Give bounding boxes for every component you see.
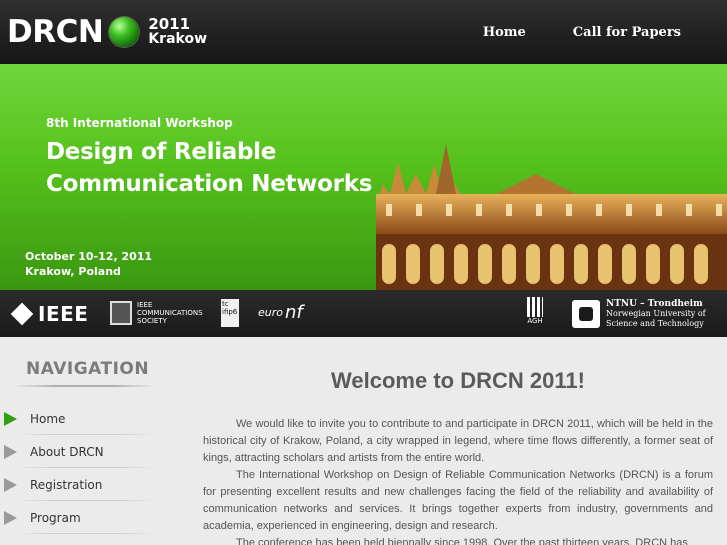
comsoc-icon xyxy=(110,301,132,325)
welcome-paragraph-2: The International Workshop on Design of … xyxy=(203,469,713,532)
play-arrow-icon xyxy=(4,411,17,426)
comsoc-line-3: SOCIETY xyxy=(137,317,167,325)
logo-text: DRCN xyxy=(7,14,104,50)
banner-date-location: October 10-12, 2011 Krakow, Poland xyxy=(25,249,152,279)
sidebar-item-about-drcn[interactable]: About DRCN xyxy=(0,435,160,468)
sidebar-item-label: About DRCN xyxy=(30,444,104,459)
banner-location: Krakow, Poland xyxy=(25,265,121,278)
ieee-logo[interactable]: IEEE xyxy=(10,302,89,326)
hero-banner: 8th International Workshop Design of Rel… xyxy=(0,64,727,290)
navigation-heading: NAVIGATION xyxy=(26,359,150,379)
sponsor-strip: IEEE IEEE COMMUNICATIONS SOCIETY tc ifip… xyxy=(0,290,727,337)
banner-date: October 10-12, 2011 xyxy=(25,250,153,263)
euronf-logo[interactable]: euro nf xyxy=(258,302,303,323)
ntnu-line-1: Norwegian University of xyxy=(606,309,706,318)
sidebar-item-label: Home xyxy=(30,411,66,426)
sidebar-nav-list: Home About DRCN Registration Program xyxy=(0,402,160,534)
content-area: NAVIGATION Home About DRCN Registration … xyxy=(0,337,727,545)
ieee-diamond-icon xyxy=(10,302,34,326)
euronf-small-text: euro xyxy=(258,306,283,319)
banner-title-line-2: Communication Networks xyxy=(46,171,373,197)
welcome-paragraph-3: The conference has been held biennally s… xyxy=(236,537,688,545)
ntnu-line-2: Science and Technology xyxy=(606,319,704,328)
top-bar: DRCN 2011 Krakow Home Call for Papers xyxy=(0,0,727,64)
logo-subtitle: 2011 Krakow xyxy=(148,17,207,47)
site-logo[interactable]: DRCN 2011 Krakow xyxy=(7,10,207,54)
ntnu-square-icon xyxy=(572,300,600,328)
agh-logo[interactable]: AGH xyxy=(527,297,543,325)
tc-text: tc xyxy=(222,300,229,308)
ifip-text: ifip6 xyxy=(222,308,238,316)
logo-city: Krakow xyxy=(148,31,207,47)
sidebar-item-program[interactable]: Program xyxy=(0,501,160,534)
comsoc-line-1: IEEE xyxy=(137,301,153,309)
banner-title: Design of Reliable Communication Network… xyxy=(46,136,372,200)
comsoc-text: IEEE COMMUNICATIONS SOCIETY xyxy=(137,301,203,325)
ntnu-logo[interactable]: NTNU – Trondheim Norwegian University of… xyxy=(572,299,706,329)
comsoc-logo[interactable]: IEEE COMMUNICATIONS SOCIETY xyxy=(110,301,203,325)
play-arrow-icon xyxy=(4,510,17,525)
play-arrow-icon xyxy=(4,477,17,492)
welcome-paragraph-1: We would like to invite you to contribut… xyxy=(203,418,713,464)
sidebar-item-label: Program xyxy=(30,510,81,525)
globe-icon xyxy=(109,17,140,47)
banner-subtitle: 8th International Workshop xyxy=(46,116,233,130)
sidebar-item-home[interactable]: Home xyxy=(0,402,160,435)
sidebar-item-label: Registration xyxy=(30,477,103,492)
comsoc-line-2: COMMUNICATIONS xyxy=(137,309,203,317)
navigation-heading-divider xyxy=(12,385,156,387)
top-nav-call-for-papers-link[interactable]: Call for Papers xyxy=(573,25,681,40)
play-arrow-icon xyxy=(4,444,17,459)
agh-bars-icon xyxy=(527,297,543,317)
sidebar-item-registration[interactable]: Registration xyxy=(0,468,160,501)
sidebar: NAVIGATION Home About DRCN Registration … xyxy=(0,337,195,545)
ifip-tc6-logo[interactable]: tc ifip6 xyxy=(221,299,239,327)
banner-title-line-1: Design of Reliable xyxy=(46,139,277,165)
ntnu-title: NTNU – Trondheim xyxy=(606,299,703,309)
euronf-big-text: nf xyxy=(285,302,303,323)
top-nav: Home Call for Papers xyxy=(483,0,727,64)
agh-text: AGH xyxy=(527,317,543,325)
logo-year: 2011 xyxy=(148,15,191,33)
page-title: Welcome to DRCN 2011! xyxy=(331,368,585,393)
top-nav-home-link[interactable]: Home xyxy=(483,25,526,40)
ieee-logo-text: IEEE xyxy=(38,302,89,326)
welcome-text: We would like to invite you to contribut… xyxy=(203,416,713,545)
cloth-hall-image xyxy=(376,144,727,290)
ntnu-text: NTNU – Trondheim Norwegian University of… xyxy=(606,299,706,329)
